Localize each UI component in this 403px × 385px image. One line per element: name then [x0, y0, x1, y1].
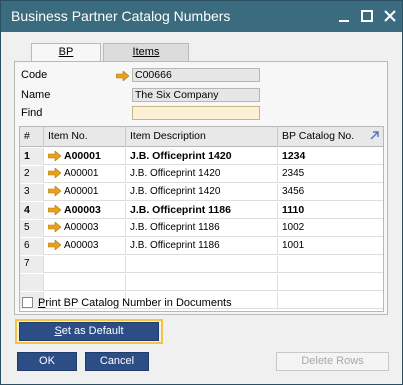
table-row[interactable]: 7	[20, 256, 383, 273]
orange-arrow-icon[interactable]	[48, 151, 61, 162]
name-field[interactable]: The Six Company	[132, 88, 260, 102]
item-description-cell[interactable]: J.B. Officeprint 1186	[126, 202, 278, 219]
item-no-cell[interactable]: A00001	[44, 148, 126, 165]
orange-arrow-icon[interactable]	[48, 205, 61, 216]
item-no-text: A00003	[64, 240, 99, 251]
orange-arrow-icon[interactable]	[116, 71, 129, 81]
col-header-description[interactable]: Item Description	[126, 127, 278, 147]
row-number-cell[interactable]	[20, 274, 44, 291]
bp-catalog-cell[interactable]: 3456	[278, 184, 383, 201]
catalog-table: # Item No. Item Description BP Catalog N…	[19, 126, 384, 312]
item-no-text: A00001	[64, 150, 101, 162]
bp-panel: Code C00666 Name The Six Company Find # …	[14, 61, 388, 315]
bp-catalog-cell[interactable]: 1234	[278, 148, 383, 165]
table-row[interactable]: 4 A00003 J.B. Officeprint 1186 1110	[20, 202, 383, 219]
code-field[interactable]: C00666	[132, 68, 260, 82]
print-bp-checkbox[interactable]	[22, 297, 33, 308]
item-description-cell[interactable]	[126, 256, 278, 273]
item-description-cell[interactable]: J.B. Officeprint 1420	[126, 166, 278, 183]
table-row[interactable]: 3 A00001 J.B. Officeprint 1420 3456	[20, 184, 383, 201]
set-default-highlight: Set as Default	[15, 319, 163, 344]
item-description-cell[interactable]: J.B. Officeprint 1420	[126, 148, 278, 165]
item-no-text: A00001	[64, 168, 99, 179]
table-row[interactable]: 6 A00003 J.B. Officeprint 1186 1001	[20, 238, 383, 255]
item-description-cell[interactable]	[126, 274, 278, 291]
maximize-icon[interactable]	[356, 5, 378, 27]
row-number-cell[interactable]: 4	[20, 202, 44, 219]
table-header: # Item No. Item Description BP Catalog N…	[20, 127, 383, 147]
window-title: Business Partner Catalog Numbers	[11, 8, 231, 24]
title-bar: Business Partner Catalog Numbers	[1, 1, 402, 32]
print-bp-label: Print BP Catalog Number in Documents	[38, 297, 232, 309]
table-row[interactable]	[20, 274, 383, 291]
row-number-cell[interactable]: 3	[20, 184, 44, 201]
item-no-cell[interactable]: A00003	[44, 202, 126, 219]
row-number-cell[interactable]: 2	[20, 166, 44, 183]
catalog-numbers-window: Business Partner Catalog Numbers BP Item…	[0, 0, 403, 385]
item-no-text: A00003	[64, 204, 101, 216]
item-no-text: A00001	[64, 186, 99, 197]
delete-rows-button[interactable]: Delete Rows	[276, 352, 389, 371]
tab-items[interactable]: Items	[103, 43, 189, 61]
code-label: Code	[21, 69, 48, 81]
item-no-cell[interactable]: A00001	[44, 184, 126, 201]
orange-arrow-icon[interactable]	[48, 168, 61, 179]
tab-bp[interactable]: BP	[31, 43, 101, 62]
bp-catalog-cell[interactable]: 1002	[278, 220, 383, 237]
find-label: Find	[21, 107, 43, 119]
item-no-cell[interactable]	[44, 274, 126, 291]
bp-catalog-cell[interactable]	[278, 256, 383, 273]
expand-icon[interactable]	[369, 130, 380, 141]
bp-catalog-cell[interactable]	[278, 274, 383, 291]
find-input[interactable]	[132, 106, 260, 120]
bp-catalog-cell[interactable]: 1110	[278, 202, 383, 219]
minimize-icon[interactable]	[333, 5, 355, 27]
name-label: Name	[21, 89, 51, 101]
col-header-item-no[interactable]: Item No.	[44, 127, 126, 147]
row-number-cell[interactable]: 5	[20, 220, 44, 237]
row-number-cell[interactable]: 7	[20, 256, 44, 273]
item-no-cell[interactable]: A00003	[44, 220, 126, 237]
item-description-cell[interactable]: J.B. Officeprint 1186	[126, 238, 278, 255]
bp-catalog-cell[interactable]	[278, 292, 383, 309]
bp-catalog-cell[interactable]: 1001	[278, 238, 383, 255]
orange-arrow-icon[interactable]	[48, 240, 61, 251]
table-row[interactable]: 2 A00001 J.B. Officeprint 1420 2345	[20, 166, 383, 183]
bp-catalog-cell[interactable]: 2345	[278, 166, 383, 183]
col-header-num[interactable]: #	[20, 127, 44, 147]
set-as-default-button[interactable]: Set as Default	[19, 322, 159, 341]
item-no-cell[interactable]	[44, 256, 126, 273]
row-number-cell[interactable]: 6	[20, 238, 44, 255]
table-row[interactable]: 1 A00001 J.B. Officeprint 1420 1234	[20, 148, 383, 165]
item-description-cell[interactable]: J.B. Officeprint 1186	[126, 220, 278, 237]
ok-button[interactable]: OK	[17, 352, 77, 371]
row-number-cell[interactable]: 1	[20, 148, 44, 165]
item-no-cell[interactable]: A00003	[44, 238, 126, 255]
cancel-button[interactable]: Cancel	[85, 352, 149, 371]
col-header-bp-catalog[interactable]: BP Catalog No.	[278, 127, 383, 147]
item-description-cell[interactable]: J.B. Officeprint 1420	[126, 184, 278, 201]
item-no-cell[interactable]: A00001	[44, 166, 126, 183]
item-no-text: A00003	[64, 222, 99, 233]
table-row[interactable]: 5 A00003 J.B. Officeprint 1186 1002	[20, 220, 383, 237]
orange-arrow-icon[interactable]	[48, 222, 61, 233]
orange-arrow-icon[interactable]	[48, 186, 61, 197]
close-icon[interactable]	[379, 5, 401, 27]
